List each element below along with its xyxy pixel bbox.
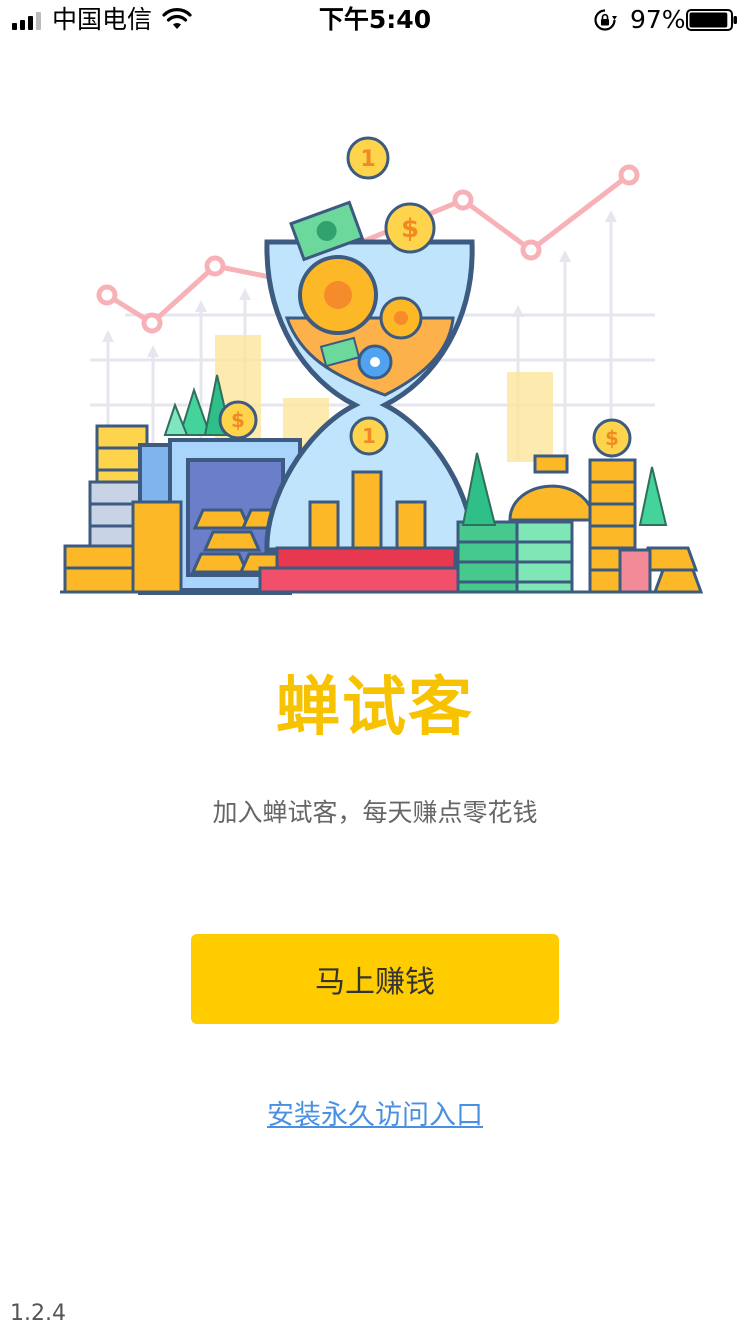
start-earning-button[interactable]: 马上赚钱 xyxy=(191,934,559,1024)
tagline: 加入蝉试客，每天赚点零花钱 xyxy=(212,798,538,827)
status-bar: 中国电信 下午5:40 97% xyxy=(0,0,750,40)
install-permanent-entry-link[interactable]: 安装永久访问入口 xyxy=(267,1100,483,1131)
coin-right: $ xyxy=(592,418,632,458)
svg-text:$: $ xyxy=(401,214,419,244)
battery-icon xyxy=(686,9,737,31)
rotation-lock-icon xyxy=(594,9,617,31)
version-label: 1.2.4 xyxy=(10,1301,66,1326)
svg-text:1: 1 xyxy=(362,424,376,448)
coin-dollar: $ xyxy=(384,202,436,254)
svg-text:$: $ xyxy=(605,426,619,450)
battery-percent: 97% xyxy=(630,5,686,34)
hero-illustration: $ 1 1 $ $ xyxy=(60,136,704,595)
svg-text:1: 1 xyxy=(360,147,375,172)
app-title: 蝉试客 xyxy=(276,671,474,745)
coin-left: $ xyxy=(218,400,258,440)
install-link-container: 安装永久访问入口 xyxy=(0,1098,750,1134)
svg-text:$: $ xyxy=(231,408,245,432)
coin-top: 1 xyxy=(346,136,390,180)
hourglass: 1 xyxy=(264,239,476,554)
